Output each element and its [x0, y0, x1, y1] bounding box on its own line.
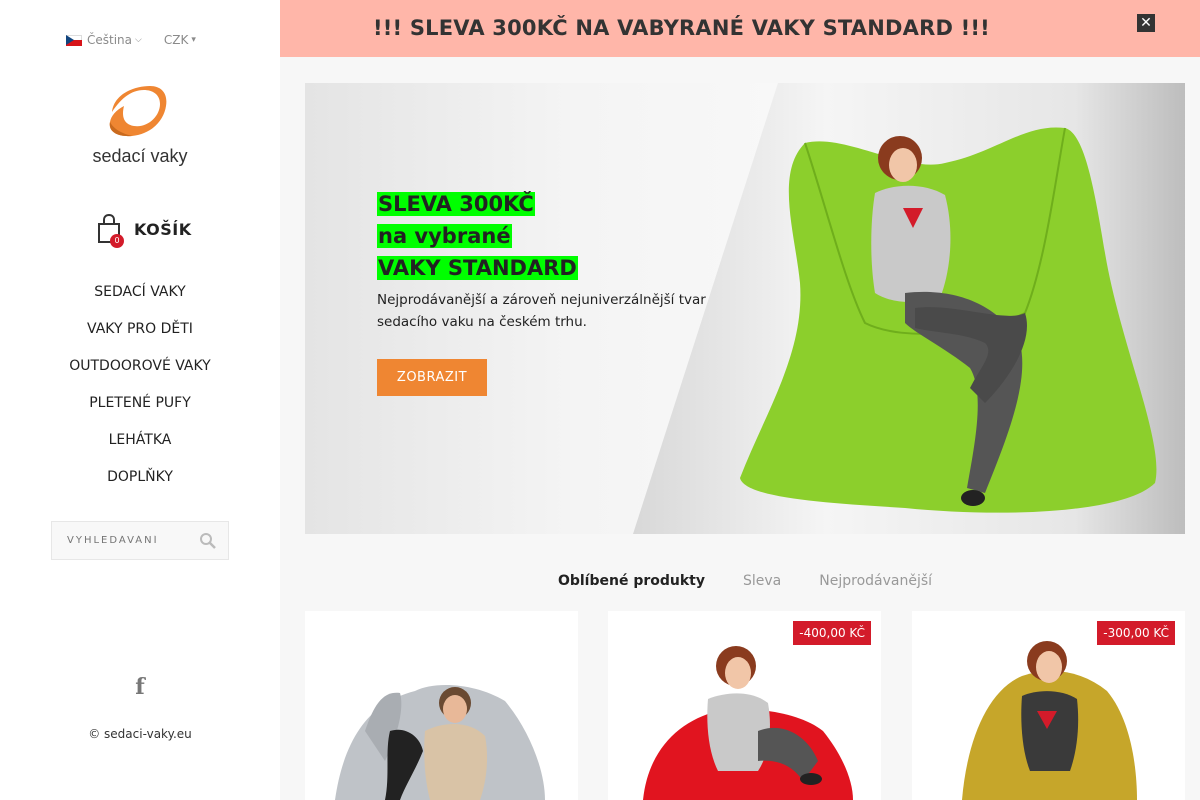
- nav-item-sedaci-vaky[interactable]: SEDACÍ VAKY: [0, 280, 280, 317]
- logo-text: sedací vaky: [92, 146, 188, 166]
- cart-label: KOŠÍK: [134, 219, 192, 239]
- product-tabs: Oblíbené produkty Sleva Nejprodávanější: [305, 573, 1185, 589]
- hero-banner: SLEVA 300KČ na vybrané VAKY STANDARD Nej…: [305, 83, 1185, 534]
- product-card[interactable]: -300,00 KČ: [912, 611, 1185, 800]
- currency-selector[interactable]: CZK: [164, 33, 188, 47]
- search-input[interactable]: [52, 535, 192, 546]
- caret-down-icon: ▾: [191, 35, 196, 45]
- facebook-icon[interactable]: f: [130, 674, 150, 700]
- tab-sleva[interactable]: Sleva: [743, 573, 781, 589]
- hero-description: Nejprodávanější a zároveň nejuniverzálně…: [377, 292, 706, 330]
- tab-oblibene-produkty[interactable]: Oblíbené produkty: [558, 573, 705, 589]
- hero-title-line: na vybrané: [377, 224, 512, 248]
- product-card[interactable]: -400,00 KČ: [608, 611, 881, 800]
- language-selector[interactable]: Čeština: [87, 33, 132, 47]
- show-button[interactable]: ZOBRAZIT: [377, 359, 487, 396]
- nav-item-pletene-pufy[interactable]: PLETENÉ PUFY: [0, 391, 280, 428]
- cart-count-badge: 0: [110, 234, 124, 248]
- shopping-bag-icon: 0: [96, 213, 124, 248]
- product-image: [335, 685, 545, 800]
- sidebar: Čeština ⌵ CZK ▾ sedací vaky 0 KOŠÍK SEDA…: [0, 0, 280, 800]
- nav-item-doplnky[interactable]: DOPLŇKY: [0, 465, 280, 502]
- locale-bar: Čeština ⌵ CZK ▾: [66, 33, 196, 47]
- close-icon[interactable]: ✕: [1137, 14, 1155, 32]
- nav-item-outdoorove-vaky[interactable]: OUTDOOROVÉ VAKY: [0, 354, 280, 391]
- hero-title: SLEVA 300KČ na vybrané VAKY STANDARD: [377, 188, 578, 284]
- nav-item-lehatka[interactable]: LEHÁTKA: [0, 428, 280, 465]
- cart-button[interactable]: 0 KOŠÍK: [96, 213, 192, 248]
- discount-badge: -300,00 KČ: [1097, 621, 1175, 645]
- promo-banner: !!! SLEVA 300KČ NA VABYRANÉ VAKY STANDAR…: [280, 0, 1200, 57]
- promo-text: !!! SLEVA 300KČ NA VABYRANÉ VAKY STANDAR…: [373, 16, 990, 40]
- main-nav: SEDACÍ VAKY VAKY PRO DĚTI OUTDOOROVÉ VAK…: [0, 280, 280, 502]
- chevron-down-icon: ⌵: [135, 35, 142, 45]
- czech-flag-icon: [66, 34, 82, 46]
- discount-badge: -400,00 KČ: [793, 621, 871, 645]
- hero-title-line: SLEVA 300KČ: [377, 192, 535, 216]
- search-icon[interactable]: [198, 531, 218, 551]
- nav-item-vaky-pro-deti[interactable]: VAKY PRO DĚTI: [0, 317, 280, 354]
- hero-title-line: VAKY STANDARD: [377, 256, 578, 280]
- tab-nejprodavanejsi[interactable]: Nejprodávanější: [819, 573, 932, 589]
- product-card[interactable]: [305, 611, 578, 800]
- copyright-text: © sedaci-vaky.eu: [88, 727, 192, 741]
- search-box: [51, 521, 229, 560]
